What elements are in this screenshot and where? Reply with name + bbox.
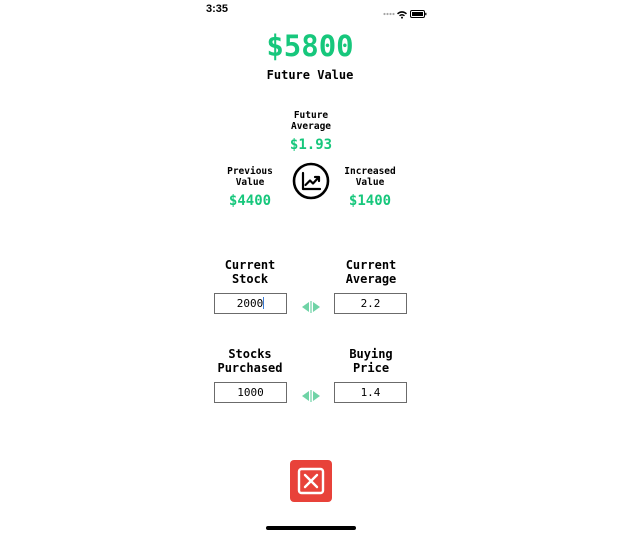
stocks-purchased-label: Stocks Purchased bbox=[217, 347, 283, 375]
stocks-purchased-input[interactable]: 1000 bbox=[214, 382, 287, 403]
swap-arrows-icon[interactable] bbox=[301, 387, 321, 402]
current-stock-input[interactable]: 2000 bbox=[214, 293, 287, 314]
buying-price-input[interactable]: 1.4 bbox=[334, 382, 407, 403]
increased-value-label: Increased Value bbox=[344, 166, 396, 188]
chart-trend-icon[interactable] bbox=[292, 162, 330, 200]
swap-arrows-icon[interactable] bbox=[301, 298, 321, 313]
buying-price-label: Buying Price bbox=[349, 347, 393, 375]
current-average-label: Current Average bbox=[345, 258, 397, 286]
future-average-label: Future Average bbox=[290, 110, 332, 132]
future-average-value: $1.93 bbox=[289, 137, 333, 153]
increased-value-amount: $1400 bbox=[348, 193, 392, 209]
close-button[interactable] bbox=[290, 460, 332, 502]
previous-value-label: Previous Value bbox=[227, 166, 273, 188]
previous-value-amount: $4400 bbox=[228, 193, 272, 209]
current-stock-label: Current Stock bbox=[224, 258, 276, 286]
status-time: 3:35 bbox=[206, 3, 229, 15]
status-icons bbox=[383, 4, 427, 19]
current-average-input[interactable]: 2.2 bbox=[334, 293, 407, 314]
close-icon bbox=[297, 467, 325, 495]
future-value-label: Future Value bbox=[266, 68, 354, 82]
text-caret bbox=[263, 297, 265, 309]
home-indicator[interactable] bbox=[266, 526, 356, 530]
future-value-amount: $5800 bbox=[266, 29, 354, 63]
status-indicators-icon bbox=[383, 10, 427, 19]
